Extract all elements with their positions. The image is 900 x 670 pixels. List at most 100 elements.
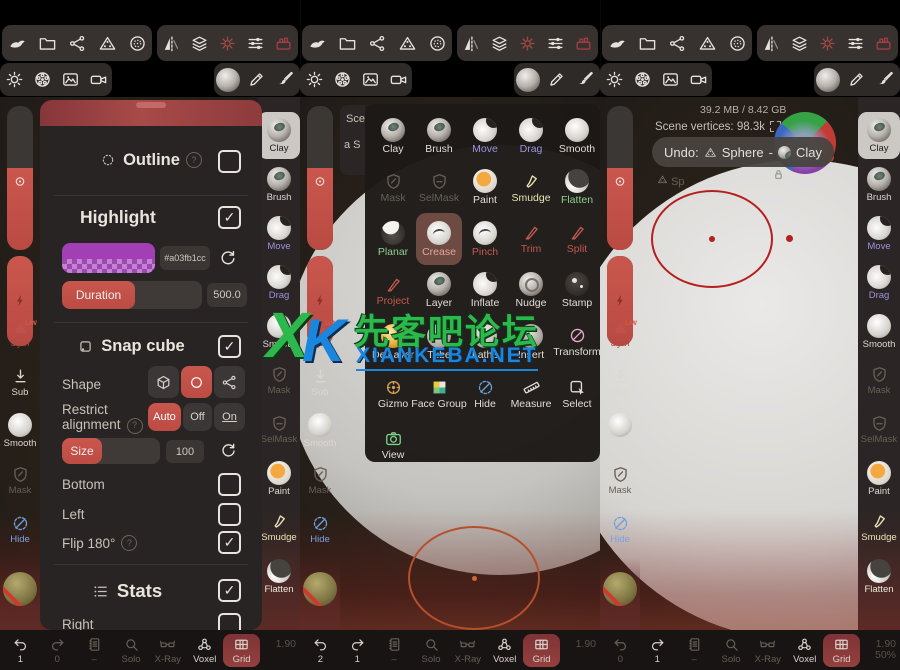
duration-value[interactable]: 500.0 <box>207 283 247 307</box>
x-ray-button[interactable]: X-Ray <box>449 634 486 667</box>
outline-checkbox[interactable] <box>218 150 241 173</box>
scene-list-item[interactable]: Sp <box>657 174 685 188</box>
snapcube-checkbox[interactable] <box>218 335 241 358</box>
folder-button[interactable] <box>634 30 660 56</box>
mask-button[interactable]: Mask <box>858 357 900 404</box>
ball-material-button[interactable] <box>515 67 541 93</box>
smudge-button[interactable]: Smudge <box>508 162 554 214</box>
move-button[interactable]: Move <box>858 210 900 257</box>
mirror-button[interactable] <box>758 30 784 56</box>
duration-slider-label[interactable]: Duration <box>62 281 135 309</box>
sliders-button[interactable] <box>843 30 869 56</box>
drag-button[interactable]: Drag <box>508 110 554 162</box>
image-button[interactable] <box>657 67 683 93</box>
meshsphere-button[interactable] <box>424 30 450 56</box>
brush-button[interactable]: Brush <box>258 161 300 208</box>
flatten-button[interactable]: Flatten <box>554 162 600 214</box>
mirror-button[interactable] <box>158 30 184 56</box>
flatten-button[interactable]: Flatten <box>258 553 300 600</box>
ball-material-button[interactable] <box>815 67 841 93</box>
aperture-button[interactable] <box>29 67 55 93</box>
radius-slider[interactable] <box>307 106 333 250</box>
1-button[interactable]: 1 <box>639 634 676 667</box>
pointer-button[interactable] <box>304 30 330 56</box>
camcorder-button[interactable] <box>385 67 411 93</box>
grid-button[interactable]: Grid <box>523 634 560 667</box>
smudge-button[interactable]: Smudge <box>258 504 300 551</box>
gear-button[interactable] <box>814 30 840 56</box>
stats-checkbox[interactable] <box>218 579 241 602</box>
flatten-button[interactable]: Flatten <box>858 553 900 600</box>
paint-button[interactable]: Paint <box>462 162 508 214</box>
brush-button[interactable]: Brush <box>858 161 900 208</box>
nodes-button[interactable] <box>64 30 90 56</box>
1-button[interactable]: 1 <box>2 634 39 667</box>
highlight-checkbox[interactable] <box>218 206 241 229</box>
pyramid-button[interactable] <box>394 30 420 56</box>
paintbrush-button[interactable] <box>573 67 599 93</box>
restrict-on-button[interactable]: On <box>214 403 245 431</box>
mask-button[interactable]: Mask <box>600 457 640 503</box>
image-button[interactable] <box>57 67 83 93</box>
smooth-button[interactable]: Smooth <box>0 408 40 454</box>
-button[interactable]: – <box>376 634 413 667</box>
smooth-button[interactable]: Smooth <box>858 308 900 355</box>
flip-checkbox[interactable] <box>218 531 241 554</box>
pinch-button[interactable]: Pinch <box>462 213 508 265</box>
pointer-button[interactable] <box>4 30 30 56</box>
material-ball-button[interactable] <box>603 572 637 611</box>
sun-button[interactable] <box>1 67 27 93</box>
crease-button[interactable]: Crease <box>416 213 462 265</box>
left-checkbox[interactable] <box>218 503 241 526</box>
layers-button[interactable] <box>786 30 812 56</box>
ball-material-button[interactable] <box>215 67 241 93</box>
flip-help-icon[interactable]: ? <box>121 535 137 551</box>
hide-button[interactable]: Hide <box>600 506 640 552</box>
smooth-button[interactable]: Smooth <box>300 408 340 454</box>
split-button[interactable]: Split <box>554 213 600 265</box>
x-ray-button[interactable]: X-Ray <box>749 634 786 667</box>
restrict-help-icon[interactable]: ? <box>127 418 143 434</box>
mask-button[interactable]: Mask <box>300 457 340 503</box>
mask-button[interactable]: Mask <box>0 457 40 503</box>
toolbox-button[interactable] <box>271 30 297 56</box>
x-ray-button[interactable]: X-Ray <box>149 634 186 667</box>
2-button[interactable]: 2 <box>302 634 339 667</box>
grid-button[interactable]: Grid <box>223 634 260 667</box>
solo-button[interactable]: Solo <box>113 634 150 667</box>
sym-button[interactable]: SymL/W <box>0 310 40 356</box>
paint-button[interactable]: Paint <box>258 455 300 502</box>
sym-button[interactable]: SymL/W <box>600 310 640 356</box>
image-button[interactable] <box>357 67 383 93</box>
solo-button[interactable]: Solo <box>413 634 450 667</box>
selmask-button[interactable]: SelMask <box>258 406 300 453</box>
paintbrush-button[interactable] <box>273 67 299 93</box>
solo-button[interactable]: Solo <box>713 634 750 667</box>
mirror-button[interactable] <box>458 30 484 56</box>
pyramid-button[interactable] <box>94 30 120 56</box>
highlight-color-swatch[interactable] <box>62 243 155 273</box>
drag-button[interactable]: Drag <box>858 259 900 306</box>
pyramid-button[interactable] <box>694 30 720 56</box>
material-ball-button[interactable] <box>3 572 37 611</box>
shape-cube-button[interactable] <box>148 366 179 398</box>
nodes-button[interactable] <box>364 30 390 56</box>
sub-button[interactable]: Sub <box>0 359 40 405</box>
size-slider-label[interactable]: Size <box>62 438 102 464</box>
clay-button[interactable]: Clay <box>258 112 300 159</box>
smudge-button[interactable]: Smudge <box>858 504 900 551</box>
0-button[interactable]: 0 <box>39 634 76 667</box>
sliders-button[interactable] <box>543 30 569 56</box>
move-button[interactable]: Move <box>462 110 508 162</box>
size-reset-icon[interactable] <box>219 440 238 459</box>
bottom-checkbox[interactable] <box>218 473 241 496</box>
clay-button[interactable]: Clay <box>370 110 416 162</box>
view-button[interactable]: View <box>370 419 416 471</box>
shape-sphere-button[interactable] <box>181 366 212 398</box>
brush-button[interactable]: Brush <box>416 110 462 162</box>
clay-button[interactable]: Clay <box>858 112 900 159</box>
pencil-button[interactable] <box>544 67 570 93</box>
size-value[interactable]: 100 <box>166 440 204 463</box>
panel-header-bar[interactable] <box>40 100 262 126</box>
pointer-button[interactable] <box>604 30 630 56</box>
